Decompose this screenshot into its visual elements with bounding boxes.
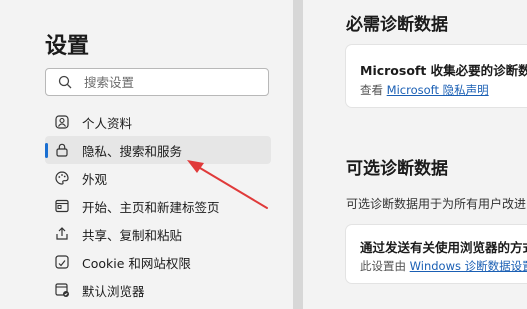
annotation-arrow-overlay <box>187 160 268 209</box>
annotation-arrow-line <box>194 164 268 209</box>
annotation-arrow-head <box>187 160 204 173</box>
